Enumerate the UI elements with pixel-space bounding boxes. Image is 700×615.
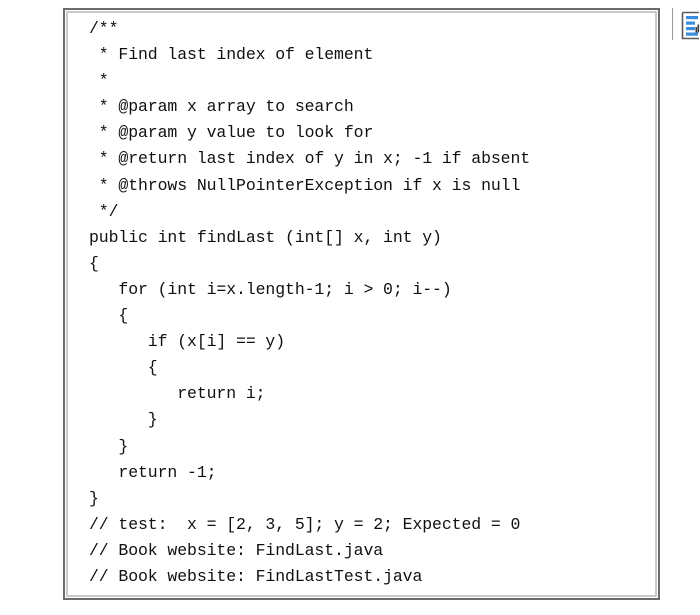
- code-line: // Book website: FindLastTest.java: [89, 566, 423, 586]
- page-edge-divider: [672, 8, 673, 40]
- code-line: public int findLast (int[] x, int y): [89, 227, 442, 247]
- code-line: * @return last index of y in x; -1 if ab…: [89, 149, 531, 169]
- java-code-block: /** * Find last index of element * * @pa…: [89, 16, 654, 590]
- document-list-icon[interactable]: [681, 11, 700, 40]
- code-line: // test: x = [2, 3, 5]; y = 2; Expected …: [89, 514, 521, 534]
- code-line: */: [89, 201, 119, 221]
- code-line: * @throws NullPointerException if x is n…: [89, 175, 521, 195]
- code-line: for (int i=x.length-1; i > 0; i--): [89, 279, 452, 299]
- code-line: return i;: [89, 384, 266, 404]
- code-line: }: [89, 436, 129, 456]
- code-line: }: [89, 488, 99, 508]
- code-line: {: [89, 253, 99, 273]
- code-line: {: [89, 306, 129, 326]
- code-line: /**: [89, 19, 119, 38]
- code-line: if (x[i] == y): [89, 332, 286, 352]
- code-line: * @param x array to search: [89, 97, 354, 117]
- code-line: }: [89, 410, 158, 430]
- code-line: * Find last index of element: [89, 45, 374, 65]
- code-line: *: [89, 71, 109, 91]
- code-line: return -1;: [89, 462, 217, 482]
- code-line: * @param y value to look for: [89, 123, 374, 143]
- code-line: {: [89, 358, 158, 378]
- code-listing-panel: /** * Find last index of element * * @pa…: [63, 8, 660, 600]
- code-line: // Book website: FindLast.java: [89, 540, 384, 560]
